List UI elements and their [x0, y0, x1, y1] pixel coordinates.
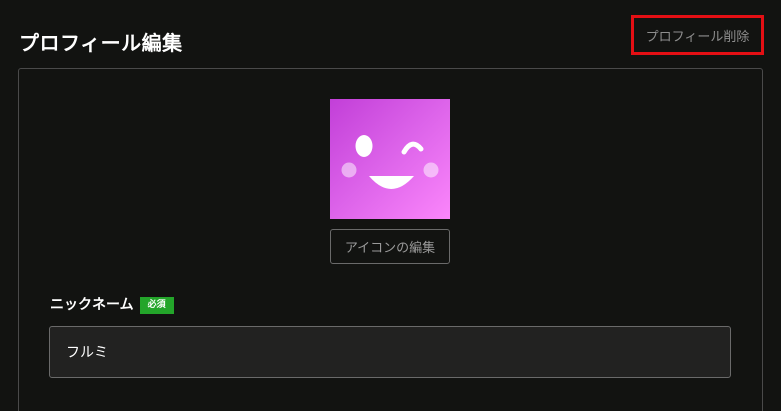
- nickname-input[interactable]: [49, 326, 731, 378]
- avatar[interactable]: [330, 99, 450, 219]
- delete-profile-button[interactable]: プロフィール削除: [631, 15, 764, 55]
- required-badge: 必須: [139, 296, 174, 314]
- nickname-label-row: ニックネーム 必須: [50, 295, 174, 315]
- winking-smile-face-icon: [341, 135, 439, 189]
- page-title: プロフィール編集: [19, 31, 183, 55]
- profile-edit-page: プロフィール編集 プロフィール削除 アイコンの編集 ニックネーム 必須: [0, 0, 781, 411]
- nickname-label: ニックネーム: [50, 297, 134, 313]
- profile-card: アイコンの編集 ニックネーム 必須: [18, 68, 763, 411]
- edit-icon-button[interactable]: アイコンの編集: [330, 229, 450, 264]
